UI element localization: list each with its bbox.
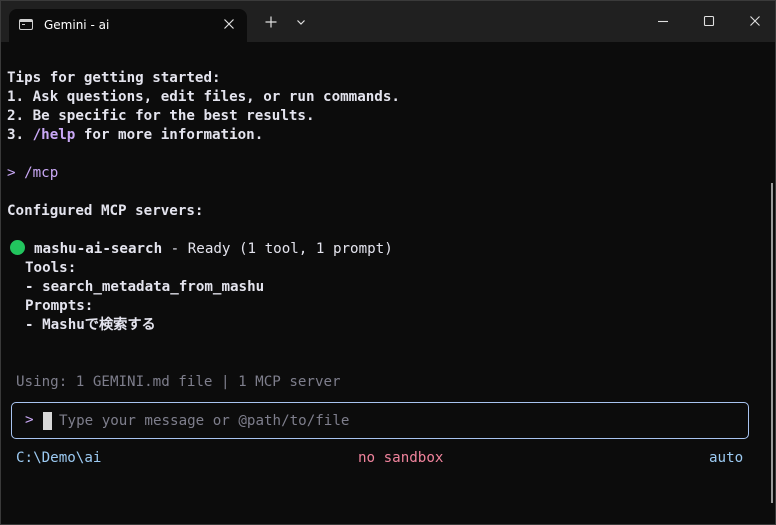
close-icon [224,19,234,29]
scrollbar[interactable] [771,183,773,503]
status-ready-icon [10,240,25,255]
tool-item: - search_metadata_from_mashu [25,279,265,295]
minimize-icon [658,20,668,23]
input-prompt-symbol: > [25,412,34,428]
tools-label: Tools: [25,260,77,276]
tab-gemini-ai[interactable]: Gemini - ai [9,9,247,42]
maximize-button[interactable] [700,12,718,30]
message-input-box[interactable]: > [11,402,749,439]
tab-close-button[interactable] [219,14,239,34]
prompts-label: Prompts: [25,298,94,314]
command-prompt: > /mcp [7,165,59,181]
usage-summary: Using: 1 GEMINI.md file | 1 MCP server [16,374,341,390]
help-command: /help [32,127,76,143]
title-bar[interactable]: Gemini - ai [1,1,775,42]
server-status: - Ready (1 tool, 1 prompt) [162,241,393,257]
model-indicator: auto [709,450,744,466]
text-cursor [43,412,52,430]
close-icon [750,16,760,26]
minimize-button[interactable] [654,12,672,30]
tip-line-1: 1. Ask questions, edit files, or run com… [7,89,400,105]
configured-servers-heading: Configured MCP servers: [7,203,204,219]
tip-line-3: 3. /help for more information. [7,126,263,145]
server-name: mashu-ai-search [34,241,163,257]
prompt-item: - Mashuで検索する [25,317,156,333]
terminal-output[interactable]: Tips for getting started: 1. Ask questio… [7,42,769,524]
tip-line-2: 2. Be specific for the best results. [7,108,315,124]
cwd-path: C:\Demo\ai [16,450,102,466]
terminal-window: Gemini - ai Tips for getting started: 1.… [0,0,776,525]
tab-title: Gemini - ai [44,18,110,32]
tab-dropdown-button[interactable] [292,13,310,31]
message-input[interactable] [59,410,719,431]
new-tab-button[interactable] [262,13,280,31]
chevron-down-icon [297,20,305,25]
terminal-icon [19,19,33,30]
server-entry: mashu-ai-search - Ready (1 tool, 1 promp… [10,240,393,259]
close-window-button[interactable] [746,12,764,30]
tip3-number: 3. [7,127,33,143]
sandbox-status: no sandbox [358,450,444,466]
plus-icon [265,16,277,28]
tip3-rest: for more information. [75,127,264,143]
maximize-icon [703,15,715,27]
tips-heading: Tips for getting started: [7,70,221,86]
